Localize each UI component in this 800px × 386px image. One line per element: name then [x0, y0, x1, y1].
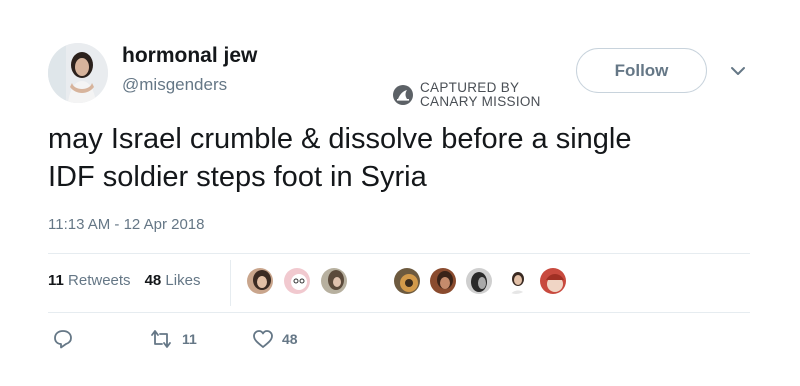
retweets-label: Retweets: [68, 272, 131, 289]
canary-mission-watermark: CAPTURED BY CANARY MISSION: [392, 80, 541, 110]
tweet-text: may Israel crumble & dissolve before a s…: [48, 120, 768, 196]
reply-icon: [54, 330, 72, 349]
author-handle[interactable]: @misgenders: [122, 75, 227, 95]
watermark-line-2: CANARY MISSION: [420, 94, 541, 109]
retweets-stat[interactable]: 11 Retweets: [48, 272, 131, 289]
divider: [48, 253, 750, 254]
liker-avatar[interactable]: [428, 266, 458, 296]
liker-avatar[interactable]: [501, 266, 531, 296]
likes-count: 48: [144, 272, 162, 289]
retweet-icon: [151, 330, 171, 348]
tweet-text-line-2: IDF soldier steps foot in Syria: [48, 161, 427, 193]
divider: [48, 312, 750, 313]
retweets-count: 11: [48, 272, 64, 289]
watermark-line-1: CAPTURED BY: [420, 80, 520, 95]
liker-avatar[interactable]: [464, 266, 494, 296]
author-name[interactable]: hormonal jew: [122, 44, 257, 68]
reply-action[interactable]: [52, 328, 74, 350]
chevron-down-icon[interactable]: [730, 64, 746, 78]
heart-icon: [253, 330, 273, 348]
likes-stat[interactable]: 48 Likes: [145, 272, 201, 289]
liker-avatar[interactable]: [245, 266, 275, 296]
retweet-action[interactable]: 11: [148, 328, 197, 350]
liker-avatar[interactable]: [282, 266, 312, 296]
liker-avatar[interactable]: [319, 266, 349, 296]
like-action[interactable]: 48: [252, 328, 298, 350]
author-avatar[interactable]: [48, 43, 108, 103]
liker-avatar[interactable]: [392, 266, 422, 296]
tweet-actions: 11 48: [48, 328, 348, 354]
likes-label: Likes: [165, 272, 201, 289]
tweet-text-line-1: may Israel crumble & dissolve before a s…: [48, 123, 632, 155]
engagement-stats: 11 Retweets 48 Likes: [48, 272, 200, 289]
watermark-text: CAPTURED BY CANARY MISSION: [420, 81, 541, 109]
follow-button[interactable]: Follow: [576, 48, 707, 93]
like-count: 48: [282, 331, 298, 347]
retweet-count: 11: [182, 331, 197, 347]
tweet-card: hormonal jew @misgenders CAPTURED BY CAN…: [0, 0, 800, 386]
canary-logo-icon: [393, 85, 413, 105]
stats-separator: [230, 260, 231, 306]
liker-avatar[interactable]: [538, 266, 568, 296]
tweet-timestamp[interactable]: 11:13 AM - 12 Apr 2018: [48, 216, 205, 233]
